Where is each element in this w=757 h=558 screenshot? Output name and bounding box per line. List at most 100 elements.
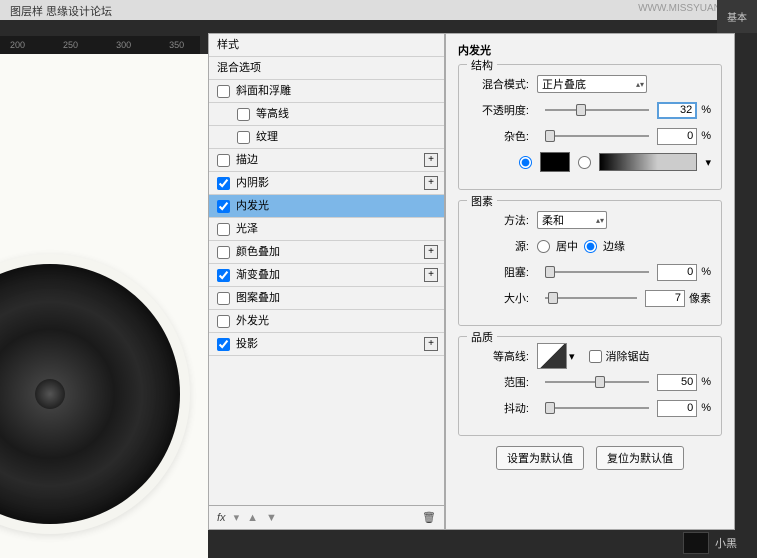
styles-list-panel: 样式 混合选项 斜面和浮雕 等高线 纹理 描边+ 内阴影+ 内发光 光泽 颜色叠… <box>208 33 445 530</box>
size-label: 大小: <box>469 290 529 306</box>
method-label: 方法: <box>469 212 529 228</box>
style-satin-check[interactable] <box>217 223 230 236</box>
opacity-label: 不透明度: <box>469 102 529 118</box>
jitter-label: 抖动: <box>469 400 529 416</box>
style-satin[interactable]: 光泽 <box>209 218 444 241</box>
style-stroke-check[interactable] <box>217 154 230 167</box>
style-pattern-overlay-check[interactable] <box>217 292 230 305</box>
style-inner-glow[interactable]: 内发光 <box>209 195 444 218</box>
styles-footer: fx ▾ ▲ ▼ 🗑 <box>209 505 444 529</box>
style-stroke[interactable]: 描边+ <box>209 149 444 172</box>
range-label: 范围: <box>469 374 529 390</box>
style-texture[interactable]: 纹理 <box>209 126 444 149</box>
choke-label: 阻塞: <box>469 264 529 280</box>
opacity-input[interactable] <box>657 102 697 119</box>
color-source-radio[interactable] <box>519 156 532 169</box>
settings-panel: 内发光 结构 混合模式: 正片叠底▴▾ 不透明度: % 杂色: % ▾ 图素 <box>445 33 735 530</box>
reset-default-button[interactable]: 复位为默认值 <box>596 446 684 470</box>
layer-name: 小黑 <box>715 535 737 551</box>
opacity-slider[interactable] <box>545 109 649 111</box>
jitter-slider[interactable] <box>545 407 649 409</box>
dialog-title: 图层样 思缘设计论坛 <box>10 3 112 17</box>
ruler: 200 250 300 350 400 <box>0 36 200 54</box>
range-thumb[interactable] <box>595 376 605 388</box>
style-color-overlay[interactable]: 颜色叠加+ <box>209 241 444 264</box>
canvas-area <box>0 54 208 558</box>
trash-icon[interactable]: 🗑 <box>422 511 436 524</box>
source-edge-radio[interactable] <box>584 240 597 253</box>
add-color-overlay-icon[interactable]: + <box>424 245 438 259</box>
dialog-title-bar: 图层样 思缘设计论坛 WWW.MISSYUAN.COM <box>0 0 757 20</box>
style-bevel[interactable]: 斜面和浮雕 <box>209 80 444 103</box>
choke-slider[interactable] <box>545 271 649 273</box>
default-buttons-row: 设置为默认值 复位为默认值 <box>458 446 722 470</box>
contour-picker[interactable] <box>537 343 567 369</box>
quality-group: 品质 等高线: ▾ 消除锯齿 范围: % 抖动: % <box>458 336 722 436</box>
glow-color-swatch[interactable] <box>540 152 570 172</box>
style-outer-glow-check[interactable] <box>217 315 230 328</box>
structure-label: 结构 <box>467 57 497 73</box>
layer-thumbnail <box>683 532 709 554</box>
noise-input[interactable] <box>657 128 697 145</box>
style-contour-check[interactable] <box>237 108 250 121</box>
blend-mode-label: 混合模式: <box>469 76 529 92</box>
element-group: 图素 方法: 柔和▴▾ 源: 居中 边缘 阻塞: % 大小: 像素 <box>458 200 722 326</box>
structure-group: 结构 混合模式: 正片叠底▴▾ 不透明度: % 杂色: % ▾ <box>458 64 722 190</box>
choke-input[interactable] <box>657 264 697 281</box>
fx-icon[interactable]: fx <box>217 512 226 524</box>
glow-gradient-swatch[interactable] <box>599 153 698 171</box>
basic-workspace-tab[interactable]: 基本 <box>717 0 757 33</box>
jitter-input[interactable] <box>657 400 697 417</box>
add-gradient-overlay-icon[interactable]: + <box>424 268 438 282</box>
style-inner-shadow-check[interactable] <box>217 177 230 190</box>
style-inner-glow-check[interactable] <box>217 200 230 213</box>
style-inner-shadow[interactable]: 内阴影+ <box>209 172 444 195</box>
select-arrows-icon: ▴▾ <box>596 216 604 225</box>
blend-mode-select[interactable]: 正片叠底▴▾ <box>537 75 647 93</box>
add-inner-shadow-icon[interactable]: + <box>424 176 438 190</box>
style-gradient-overlay[interactable]: 渐变叠加+ <box>209 264 444 287</box>
styles-header: 样式 <box>209 34 444 57</box>
contour-dropdown-icon[interactable]: ▾ <box>569 350 575 363</box>
blend-options-row[interactable]: 混合选项 <box>209 57 444 80</box>
panel-title: 内发光 <box>458 42 722 58</box>
move-up-icon[interactable]: ▲ <box>247 512 258 524</box>
style-color-overlay-check[interactable] <box>217 246 230 259</box>
fx-menu-icon[interactable]: ▾ <box>234 511 240 524</box>
add-drop-shadow-icon[interactable]: + <box>424 337 438 351</box>
element-label: 图素 <box>467 193 497 209</box>
select-arrows-icon: ▴▾ <box>636 80 644 89</box>
source-label: 源: <box>469 238 529 254</box>
move-down-icon[interactable]: ▼ <box>266 512 277 524</box>
style-bevel-check[interactable] <box>217 85 230 98</box>
style-pattern-overlay[interactable]: 图案叠加 <box>209 287 444 310</box>
quality-label: 品质 <box>467 329 497 345</box>
method-select[interactable]: 柔和▴▾ <box>537 211 607 229</box>
percent-unit: % <box>701 104 711 116</box>
style-gradient-overlay-check[interactable] <box>217 269 230 282</box>
style-contour[interactable]: 等高线 <box>209 103 444 126</box>
set-default-button[interactable]: 设置为默认值 <box>496 446 584 470</box>
size-thumb[interactable] <box>548 292 558 304</box>
gradient-source-radio[interactable] <box>578 156 591 169</box>
antialias-check[interactable] <box>589 350 602 363</box>
style-drop-shadow[interactable]: 投影+ <box>209 333 444 356</box>
range-slider[interactable] <box>545 381 649 383</box>
style-texture-check[interactable] <box>237 131 250 144</box>
layer-item[interactable]: 小黑 <box>683 532 737 554</box>
jitter-thumb[interactable] <box>545 402 555 414</box>
size-slider[interactable] <box>545 297 637 299</box>
add-stroke-icon[interactable]: + <box>424 153 438 167</box>
opacity-thumb[interactable] <box>576 104 586 116</box>
contour-label: 等高线: <box>469 348 529 364</box>
range-input[interactable] <box>657 374 697 391</box>
size-input[interactable] <box>645 290 685 307</box>
noise-slider[interactable] <box>545 135 649 137</box>
choke-thumb[interactable] <box>545 266 555 278</box>
gradient-dropdown-icon[interactable]: ▾ <box>705 156 711 169</box>
noise-thumb[interactable] <box>545 130 555 142</box>
style-outer-glow[interactable]: 外发光 <box>209 310 444 333</box>
artwork-disc-center <box>35 379 65 409</box>
source-center-radio[interactable] <box>537 240 550 253</box>
style-drop-shadow-check[interactable] <box>217 338 230 351</box>
